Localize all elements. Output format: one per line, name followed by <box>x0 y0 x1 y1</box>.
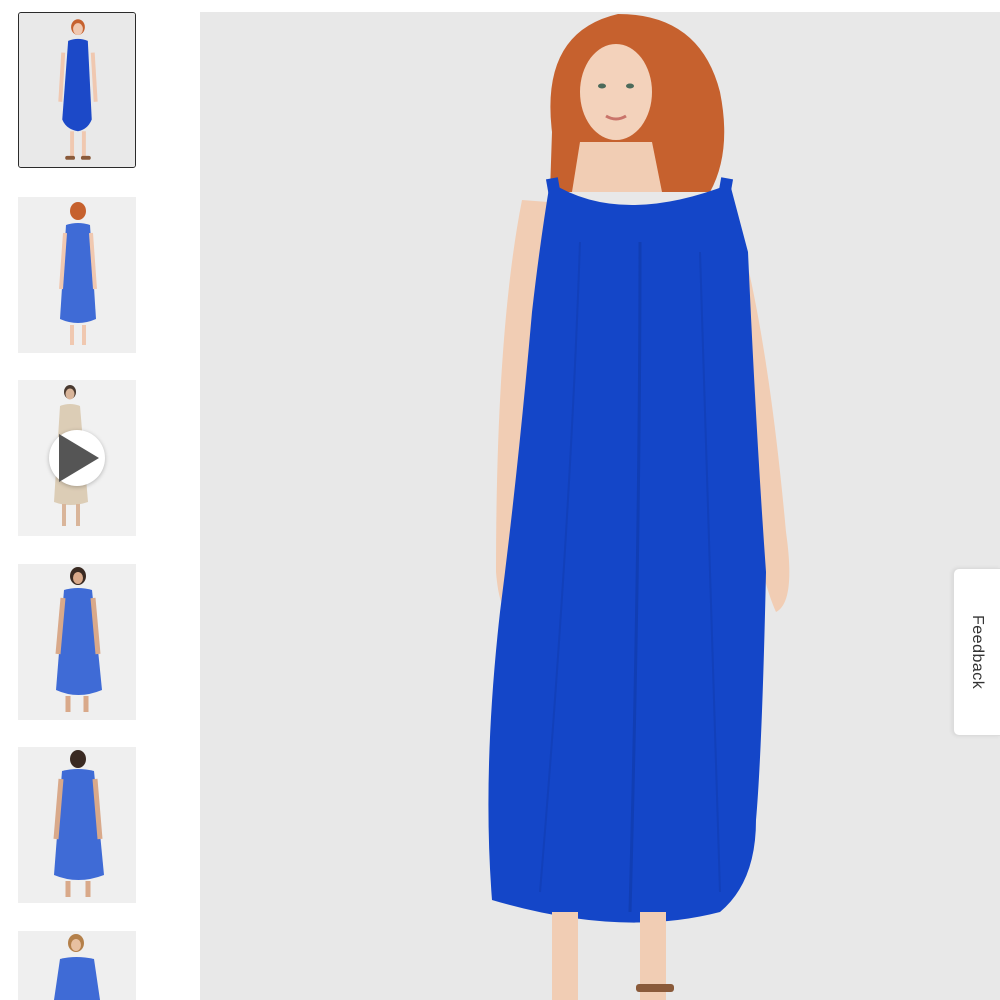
thumbnail-front[interactable] <box>18 12 136 168</box>
model-in-blue-dress-image <box>200 12 1000 1000</box>
thumbnail-back[interactable] <box>18 197 136 353</box>
play-button[interactable] <box>49 430 105 486</box>
main-product-image[interactable] <box>200 12 1000 1000</box>
thumbnail-image <box>18 747 136 903</box>
thumbnail-image <box>19 13 135 167</box>
feedback-tab[interactable]: Feedback <box>953 568 1000 736</box>
thumbnail-image <box>18 564 136 720</box>
thumbnail-back-curvy[interactable] <box>18 747 136 903</box>
thumbnail-image <box>18 931 136 1000</box>
play-icon <box>59 434 99 482</box>
thumbnail-image <box>18 197 136 353</box>
thumbnail-front-curvy[interactable] <box>18 564 136 720</box>
thumbnail-video[interactable] <box>18 380 136 536</box>
feedback-label: Feedback <box>969 614 986 690</box>
thumbnail-front-partial[interactable] <box>18 931 136 1000</box>
